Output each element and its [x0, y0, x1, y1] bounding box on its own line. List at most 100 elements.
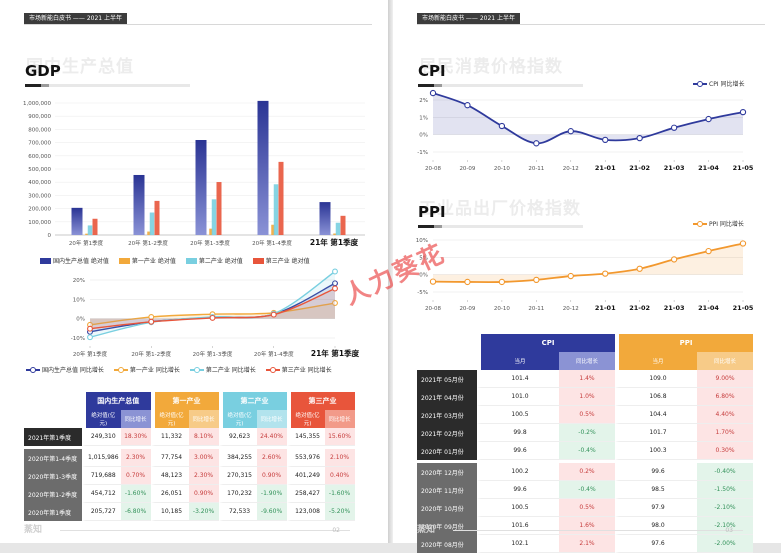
data-point: [739, 108, 747, 116]
table-row: 2020年 08月份 102.1 2.1% 97.6 -2.00%: [417, 535, 753, 553]
gdp-page: 市场新能白皮书 —— 2021 上半年 国内生产总值 GDP 0 100,000 2…: [0, 0, 388, 543]
table-column-header: 绝对值(亿元): [82, 410, 121, 428]
table-column-header: 同比增长: [120, 410, 151, 428]
table-row: 2020年 11月份 99.6 -0.4% 98.5 -1.50%: [417, 481, 753, 499]
growth-cell: -0.4%: [559, 481, 615, 499]
growth-cell: 2.30%: [188, 467, 219, 485]
gdp-table: 国内生产总值 第一产业 第二产业 第三产业 绝对值(亿元) 同比增长 绝对值(亿元) 同比增长…: [24, 392, 355, 521]
value-cell: 1,015,986: [82, 449, 121, 467]
value-cell: 249,310: [82, 428, 121, 446]
y-tick-label: 20%: [73, 278, 85, 284]
value-cell: 100.3: [615, 442, 697, 460]
value-cell: 98.5: [615, 481, 697, 499]
x-tick-label: 21-01: [595, 164, 616, 172]
data-point: [87, 334, 93, 341]
gdp-bar-legend: 国内生产总值 绝对值 第一产业 绝对值 第二产业 绝对值 第三产业 绝对值: [40, 256, 310, 265]
value-cell: 102.1: [477, 535, 559, 553]
header-rule: [24, 24, 372, 25]
row-label: 2020年 08月份: [417, 535, 477, 553]
legend-item-tertiary-growth: 第三产业 同比增长: [265, 365, 332, 374]
value-cell: 145,355: [286, 428, 325, 446]
y-tick-label: -5%: [417, 290, 428, 296]
growth-cell: 9.00%: [697, 370, 753, 388]
bar-secondary: [211, 199, 217, 235]
table-column-header: 绝对值(亿元): [218, 410, 257, 428]
table-column-header: 绝对值(亿元): [150, 410, 189, 428]
x-tick-label: 20-09: [459, 166, 475, 172]
value-cell: 92,623: [218, 428, 257, 446]
data-point: [498, 122, 506, 130]
table-group-title: 第一产业: [150, 392, 219, 410]
x-tick-label: 20年 第1-2季度: [128, 239, 168, 247]
legend-item-primary-growth: 第一产业 同比增长: [113, 365, 180, 374]
data-point: [636, 134, 643, 142]
table-row: 2020年第1-4季度 1,015,986 2.30% 77,754 3.00% 384,…: [24, 449, 355, 467]
row-label: 2020年 12月份: [417, 463, 477, 481]
data-point: [670, 256, 678, 263]
legend-label: 国内生产总值 绝对值: [53, 258, 109, 265]
growth-cell: -2.00%: [697, 535, 753, 553]
data-point: [429, 89, 437, 97]
gdp-bar-chart: 0 100,000 200,000 300,000 400,000 500,000 600,…: [23, 100, 365, 247]
y-tick-label: 1%: [419, 115, 428, 121]
growth-cell: -2.10%: [697, 499, 753, 517]
growth-cell: -0.4%: [559, 442, 615, 460]
bar-secondary: [335, 222, 341, 235]
table-column-header: 绝对值(亿元): [286, 410, 325, 428]
growth-cell: 1.0%: [559, 388, 615, 406]
y-tick-label: 500,000: [28, 167, 51, 173]
growth-cell: 1.6%: [559, 517, 615, 535]
row-label: 2020年第1-3季度: [24, 467, 82, 485]
bar-tertiary: [216, 182, 222, 235]
value-cell: 101.4: [477, 370, 559, 388]
footer-logo: 蒸知: [417, 525, 436, 535]
cpi-line-chart: -1% 0% 1% 2% 20-08 20-09 20-10 20-11 20-12 21-01 2…: [417, 89, 754, 172]
series-area: [433, 243, 743, 283]
legend-label: 第三产业 同比增长: [281, 367, 332, 374]
data-point: [148, 318, 155, 325]
table-row: 2020年第1季度 205,727 -6.80% 10,185 -3.20% 72,533…: [24, 503, 355, 521]
data-point: [148, 313, 155, 320]
value-cell: 109.0: [615, 370, 697, 388]
growth-cell: 18.30%: [120, 428, 151, 446]
table-corner: [24, 410, 82, 428]
x-tick-label: 20-10: [494, 306, 510, 312]
growth-cell: 0.90%: [256, 467, 287, 485]
growth-cell: 0.70%: [120, 467, 151, 485]
growth-cell: -1.60%: [120, 485, 151, 503]
value-cell: 101.6: [477, 517, 559, 535]
growth-cell: 0.5%: [559, 406, 615, 424]
growth-cell: 8.10%: [188, 428, 219, 446]
section-title-ppi: PPI: [418, 203, 446, 221]
x-tick-label: 20-10: [494, 166, 510, 172]
series-area: [90, 288, 335, 329]
data-point: [332, 268, 338, 275]
section-title-gdp: GDP: [25, 62, 61, 80]
growth-cell: -5.20%: [324, 503, 355, 521]
cpi-legend: CPI 同比增长: [693, 79, 745, 88]
data-point: [739, 240, 747, 247]
legend-item-secondary: 第二产业 绝对值: [185, 256, 243, 265]
x-tick-label: 21-05: [733, 164, 754, 172]
value-cell: 258,427: [286, 485, 325, 503]
row-label: 2021年 04月份: [417, 388, 477, 406]
running-header: 市场新能白皮书 —— 2021 上半年: [417, 13, 520, 24]
gdp-line-legend: 国内生产总值 同比增长 第一产业 同比增长 第二产业 同比增长 第三产业 同比增…: [26, 365, 332, 374]
report-spread: 市场新能白皮书 —— 2021 上半年 国内生产总值 GDP 0 100,000 2…: [0, 0, 781, 553]
data-point: [270, 311, 277, 318]
growth-cell: -1.60%: [324, 485, 355, 503]
x-tick-label: 20年 第1季度: [69, 239, 104, 247]
table-group-title: 第三产业: [286, 392, 355, 410]
x-tick-label: 20年 第1季度: [73, 350, 108, 358]
legend-item-cpi: CPI 同比增长: [693, 79, 745, 88]
y-tick-label: 200,000: [28, 207, 51, 213]
value-cell: 401,249: [286, 467, 325, 485]
y-tick-label: -1%: [417, 150, 428, 156]
table-row: 2020年第1-2季度 454,712 -1.60% 26,051 0.90% 170,2…: [24, 485, 355, 503]
value-cell: 77,754: [150, 449, 189, 467]
growth-cell: 1.70%: [697, 424, 753, 442]
row-label: 2020年第1-2季度: [24, 485, 82, 503]
data-point: [567, 128, 574, 135]
row-label: 2021年 05月份: [417, 370, 477, 388]
growth-cell: 1.4%: [559, 370, 615, 388]
